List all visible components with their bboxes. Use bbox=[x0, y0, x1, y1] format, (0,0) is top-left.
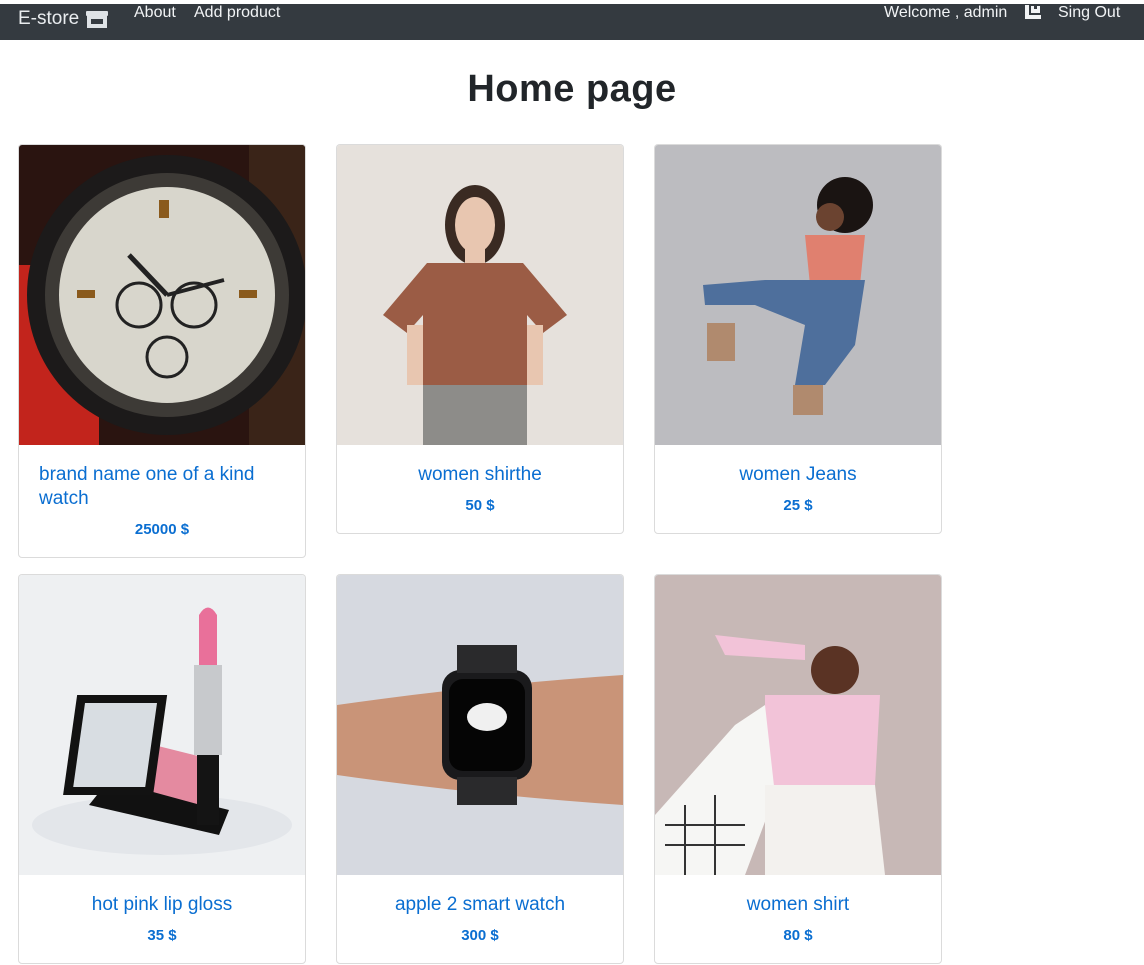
lipstick-photo bbox=[19, 575, 305, 875]
product-name-link[interactable]: brand name one of a kind watch bbox=[39, 463, 285, 511]
page-title: Home page bbox=[467, 68, 677, 110]
product-price: 300 $ bbox=[461, 927, 499, 944]
product-name-link[interactable]: apple 2 smart watch bbox=[357, 893, 603, 917]
product-price: 35 $ bbox=[147, 927, 177, 944]
product-name-link[interactable]: hot pink lip gloss bbox=[39, 893, 285, 917]
product-name-link[interactable]: women shirthe bbox=[357, 463, 603, 487]
cart-icon[interactable] bbox=[1023, 4, 1043, 22]
brand-text: E-store bbox=[18, 8, 80, 29]
product-card: hot pink lip gloss 35 $ bbox=[18, 574, 306, 964]
product-card: women shirthe 50 $ bbox=[336, 144, 624, 534]
pink-shirt-model-photo bbox=[655, 575, 941, 875]
signout-link[interactable]: Sing Out bbox=[1058, 4, 1120, 22]
smartwatch-photo bbox=[337, 575, 623, 875]
nav-about-link[interactable]: About bbox=[134, 4, 176, 22]
product-card: apple 2 smart watch 300 $ bbox=[336, 574, 624, 964]
brand-link[interactable]: E-store bbox=[18, 4, 109, 34]
product-price: 50 $ bbox=[465, 497, 495, 514]
store-icon bbox=[86, 11, 109, 28]
product-card: brand name one of a kind watch 25000 $ bbox=[18, 144, 306, 558]
product-card: women shirt 80 $ bbox=[654, 574, 942, 964]
product-name-link[interactable]: women Jeans bbox=[675, 463, 921, 487]
top-navbar: E-store About Add product Welcome , admi… bbox=[0, 4, 1144, 40]
product-name-link[interactable]: women shirt bbox=[675, 893, 921, 917]
product-card: women Jeans 25 $ bbox=[654, 144, 942, 534]
nav-add-product-link[interactable]: Add product bbox=[194, 4, 280, 22]
product-price: 25000 $ bbox=[134, 521, 190, 538]
brown-tshirt-photo bbox=[337, 145, 623, 445]
product-price: 25 $ bbox=[783, 497, 813, 514]
wristwatch-photo bbox=[19, 145, 305, 445]
welcome-text: Welcome , admin bbox=[884, 4, 1008, 21]
jeans-model-photo bbox=[655, 145, 941, 445]
product-price: 80 $ bbox=[783, 927, 813, 944]
